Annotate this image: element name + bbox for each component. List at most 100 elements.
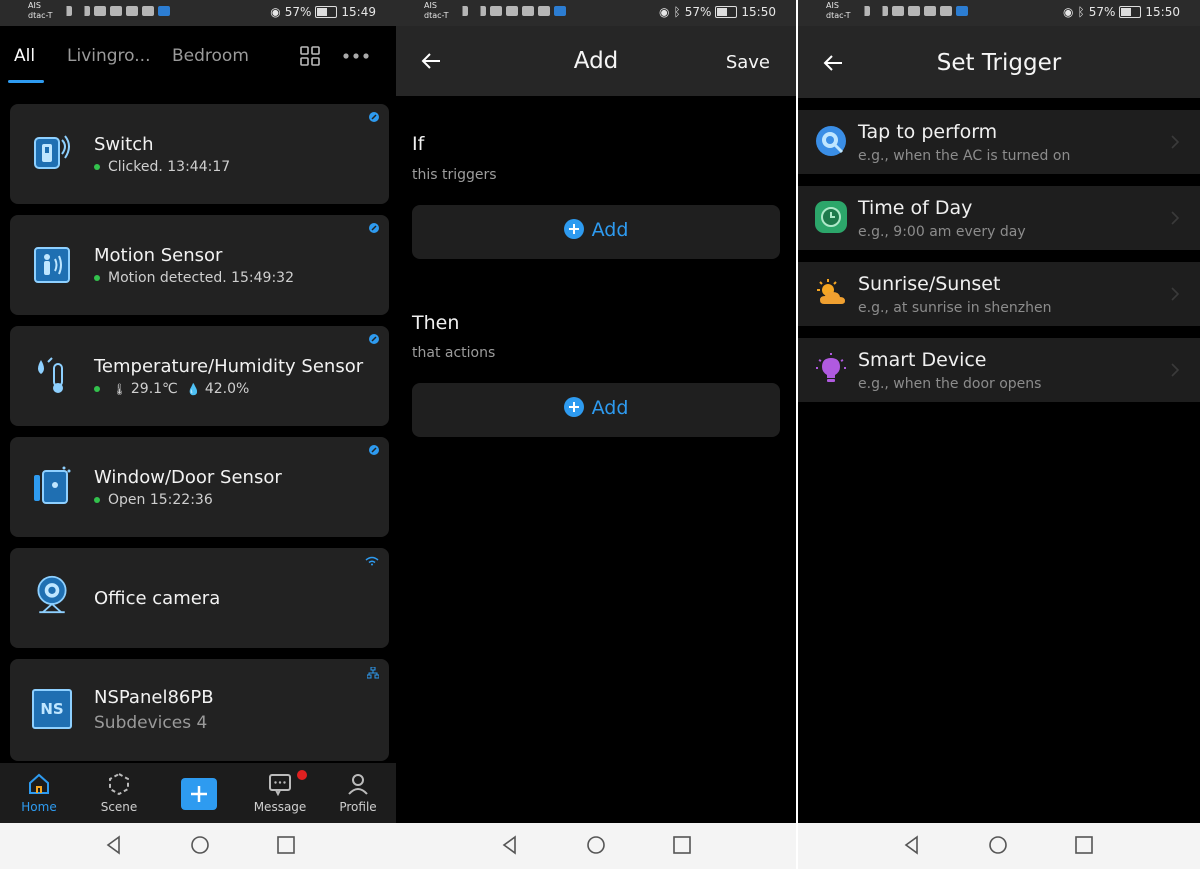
chevron-right-icon (1171, 211, 1180, 225)
trigger-desc: e.g., when the door opens (858, 376, 1042, 392)
carrier-label: AIS dtac-T (826, 1, 851, 21)
chevron-right-icon (1171, 363, 1180, 377)
status-icons (454, 6, 566, 16)
tab-home[interactable]: Home (4, 763, 74, 823)
edit-badge-icon (369, 223, 379, 233)
search-app-icon (158, 6, 170, 16)
device-readings: 🌡 29.1℃ 💧 42.0% (94, 381, 249, 397)
subdevices-label: Subdevices (94, 713, 192, 733)
motion-sensor-icon (34, 247, 70, 283)
add-trigger-content: Add (412, 219, 780, 241)
device-card-temperature-humidity[interactable]: Temperature/Humidity Sensor 🌡 29.1℃ 💧 42… (10, 326, 389, 426)
add-trigger-button[interactable]: Add (412, 205, 780, 259)
signal-icon (856, 6, 870, 16)
device-name: Motion Sensor (94, 245, 223, 266)
add-device-button[interactable] (181, 778, 217, 810)
device-card-nspanel[interactable]: NS NSPanel86PB Subdevices 4 (10, 659, 389, 761)
wifi-icon (94, 6, 106, 16)
nav-back-icon[interactable] (104, 835, 124, 855)
tap-icon (816, 126, 846, 156)
eye-icon: ◉ (270, 5, 281, 19)
humidity-value: 42.0% (204, 381, 250, 397)
tab-profile[interactable]: Profile (323, 763, 393, 823)
sun-cloud-icon (817, 279, 845, 304)
tab-all[interactable]: All (14, 46, 35, 66)
bulb-icon (816, 353, 846, 382)
grid-view-icon[interactable] (300, 46, 320, 66)
status-text: Clicked. 13:44:17 (108, 159, 231, 175)
signal-icon (58, 6, 72, 16)
eye-icon: ◉ (659, 5, 670, 19)
carrier-top: AIS (826, 1, 839, 10)
edit-badge-icon (369, 334, 379, 344)
trigger-item-sunrise[interactable]: Sunrise/Sunset e.g., at sunrise in shenz… (798, 262, 1200, 326)
nav-home-icon[interactable] (586, 835, 606, 855)
trigger-name: Tap to perform (858, 121, 998, 143)
carrier-top: AIS (424, 1, 437, 10)
device-name: Switch (94, 134, 154, 155)
trigger-item-tap[interactable]: Tap to perform e.g., when the AC is turn… (798, 110, 1200, 174)
nspanel-icon-text: NS (40, 700, 64, 718)
tab-livingroom[interactable]: Livingro... (67, 46, 150, 66)
trigger-desc: e.g., when the AC is turned on (858, 148, 1071, 164)
device-status: Motion detected. 15:49:32 (94, 270, 294, 286)
more-options-icon[interactable] (342, 48, 370, 64)
trigger-item-smart-device[interactable]: Smart Device e.g., when the door opens (798, 338, 1200, 402)
nav-recent-icon[interactable] (276, 835, 296, 855)
mail-icon (506, 6, 518, 16)
then-subheading: that actions (412, 345, 496, 361)
status-icons (58, 6, 170, 16)
nav-recent-icon[interactable] (1074, 835, 1094, 855)
nav-back-icon[interactable] (500, 835, 520, 855)
app-icon (940, 6, 952, 16)
trigger-desc: e.g., at sunrise in shenzhen (858, 300, 1052, 316)
status-icons (856, 6, 968, 16)
online-dot (94, 386, 100, 392)
bluetooth-icon: ᛒ (1077, 5, 1085, 19)
device-card-office-camera[interactable]: Office camera (10, 548, 389, 648)
droplet-icon: 💧 (186, 383, 201, 396)
room-tabs: All Livingro... Bedroom (0, 40, 396, 80)
wifi-badge-icon (365, 556, 379, 566)
signal-icon (874, 6, 888, 16)
scene-icon (109, 772, 129, 796)
battery-icon (715, 6, 738, 18)
battery-percent: 57% (1088, 5, 1116, 19)
save-button[interactable]: Save (726, 52, 770, 73)
eye-icon: ◉ (1063, 5, 1074, 19)
nspanel-icon: NS (32, 689, 72, 729)
device-card-motion-sensor[interactable]: Motion Sensor Motion detected. 15:49:32 (10, 215, 389, 315)
device-name: Temperature/Humidity Sensor (94, 356, 364, 377)
if-subheading: this triggers (412, 167, 497, 183)
chevron-right-icon (1171, 287, 1180, 301)
plus-circle-icon (563, 219, 584, 239)
nav-recent-icon[interactable] (672, 835, 692, 855)
carrier-bottom: dtac-T (424, 11, 449, 20)
status-right: ◉ ᛒ 57% 15:50 (659, 5, 776, 19)
trigger-item-time[interactable]: Time of Day e.g., 9:00 am every day (798, 186, 1200, 250)
nav-home-icon[interactable] (988, 835, 1008, 855)
header: Add Save (396, 26, 796, 96)
edit-badge-icon (369, 445, 379, 455)
tab-bedroom[interactable]: Bedroom (172, 46, 249, 66)
app-icon (142, 6, 154, 16)
mail-icon (908, 6, 920, 16)
plus-circle-icon (563, 397, 584, 417)
tab-label: Profile (339, 800, 377, 814)
nav-home-icon[interactable] (190, 835, 210, 855)
device-status: Open 15:22:36 (94, 492, 213, 508)
clock-time: 15:49 (341, 5, 376, 19)
if-heading: If (412, 133, 425, 155)
status-text: Open 15:22:36 (108, 492, 213, 508)
tab-scene[interactable]: Scene (84, 763, 154, 823)
device-card-window-door[interactable]: Window/Door Sensor Open 15:22:36 (10, 437, 389, 537)
header: Set Trigger (798, 26, 1200, 98)
wifi-icon (892, 6, 904, 16)
then-heading: Then (412, 312, 460, 334)
add-action-button[interactable]: Add (412, 383, 780, 437)
nav-back-icon[interactable] (902, 835, 922, 855)
add-label: Add (591, 397, 629, 419)
device-card-switch[interactable]: Switch Clicked. 13:44:17 (10, 104, 389, 204)
thermometer-droplet-icon (38, 357, 63, 393)
clock-time: 15:50 (1145, 5, 1180, 19)
